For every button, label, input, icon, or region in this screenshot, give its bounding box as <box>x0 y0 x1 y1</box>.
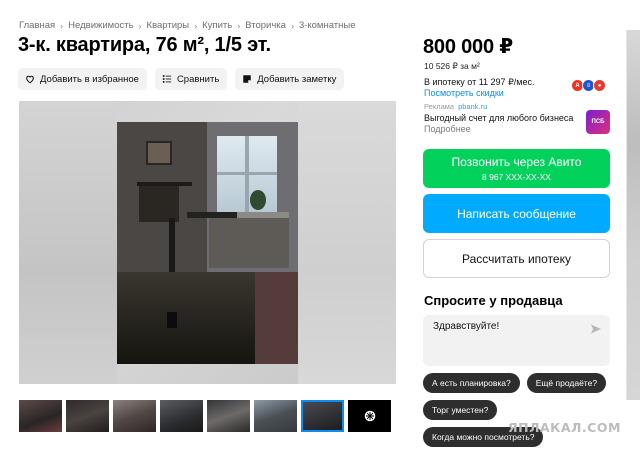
breadcrumb-apartments[interactable]: Квартиры <box>147 20 190 31</box>
main-photo[interactable] <box>19 101 396 384</box>
ad-more-link[interactable]: Подробнее <box>424 124 471 134</box>
room-photo-image <box>117 122 298 364</box>
quick-question-chip[interactable]: А есть планировка? <box>423 373 520 393</box>
quick-question-chip[interactable]: Ещё продаёте? <box>526 373 607 393</box>
more-photos-thumbnail[interactable] <box>348 400 391 432</box>
bank-icon: ● <box>593 79 606 92</box>
send-icon[interactable] <box>590 323 602 335</box>
photo-thumbnail[interactable] <box>160 400 203 432</box>
price: 800 000 ₽ <box>423 36 513 58</box>
send-message-button[interactable]: Написать сообщение <box>423 194 610 233</box>
breadcrumb-separator-icon: › <box>290 20 294 31</box>
ad-site[interactable]: pbank.ru <box>458 102 487 111</box>
add-to-favorites-button[interactable]: Добавить в избранное <box>18 68 147 90</box>
quick-questions: А есть планировка? Ещё продаёте? Торг ум… <box>423 373 623 447</box>
photo-thumbnail[interactable] <box>207 400 250 432</box>
calculate-mortgage-button[interactable]: Рассчитать ипотеку <box>423 239 610 278</box>
add-note-button[interactable]: Добавить заметку <box>235 68 345 90</box>
price-per-m2: 10 526 ₽ за м² <box>424 61 480 71</box>
photo-blur-left <box>19 101 117 384</box>
apartment-room-photo <box>117 122 298 364</box>
breadcrumb-real-estate[interactable]: Недвижимость <box>68 20 133 31</box>
breadcrumb-buy[interactable]: Купить <box>202 20 232 31</box>
bank-logos: А ≡ ● <box>571 79 606 92</box>
ad-label-text: Реклама <box>424 102 455 111</box>
photo-thumbnail[interactable] <box>113 400 156 432</box>
breadcrumb-separator-icon: › <box>194 20 198 31</box>
ask-seller-heading: Спросите у продавца <box>424 293 563 308</box>
photo-blur-right <box>298 101 396 384</box>
photo-thumbnail[interactable] <box>66 400 109 432</box>
side-banner <box>626 30 640 400</box>
watermark: ЯПЛАКАЛ.COM <box>508 420 621 435</box>
breadcrumb-separator-icon: › <box>60 20 64 31</box>
photo-thumbnail[interactable] <box>19 400 62 432</box>
more-photos-icon <box>364 410 375 422</box>
breadcrumb-separator-icon: › <box>138 20 142 31</box>
ad-label: Реклама pbank.ru <box>424 102 487 111</box>
breadcrumb-3-rooms[interactable]: 3-комнатные <box>299 20 356 31</box>
compare-list-icon <box>162 75 172 83</box>
phone-number: 8 967 XXX-XX-XX <box>482 172 551 182</box>
call-button-label: Позвонить через Авито <box>451 155 582 169</box>
mortgage-info: В ипотеку от 11 297 ₽/мес. <box>424 77 535 87</box>
listing-actions: Добавить в избранное Сравнить Добавить з… <box>18 68 345 90</box>
compare-label: Сравнить <box>176 73 220 85</box>
add-to-favorites-label: Добавить в избранное <box>40 73 139 85</box>
call-button[interactable]: Позвонить через Авито 8 967 XXX-XX-XX <box>423 149 610 188</box>
breadcrumb-home[interactable]: Главная <box>19 20 55 31</box>
ask-seller-input[interactable] <box>433 321 583 332</box>
ad-text[interactable]: Выгодный счет для любого бизнеса <box>424 113 573 123</box>
photo-thumbnails <box>19 400 391 432</box>
heart-icon <box>26 75 34 84</box>
ask-seller-box <box>423 315 610 366</box>
photo-thumbnail-selected[interactable] <box>301 400 344 432</box>
add-note-label: Добавить заметку <box>257 73 337 85</box>
breadcrumb-secondary[interactable]: Вторичка <box>245 20 286 31</box>
quick-question-chip[interactable]: Торг уместен? <box>423 400 498 420</box>
ad-logo[interactable]: ПСБ <box>586 110 610 134</box>
view-discounts-link[interactable]: Посмотреть скидки <box>424 88 504 98</box>
compare-button[interactable]: Сравнить <box>154 68 228 90</box>
listing-title: 3-к. квартира, 76 м², 1/5 эт. <box>18 34 271 56</box>
breadcrumb: Главная › Недвижимость › Квартиры › Купи… <box>19 20 356 31</box>
photo-thumbnail[interactable] <box>254 400 297 432</box>
note-icon <box>243 75 252 83</box>
breadcrumb-separator-icon: › <box>237 20 241 31</box>
